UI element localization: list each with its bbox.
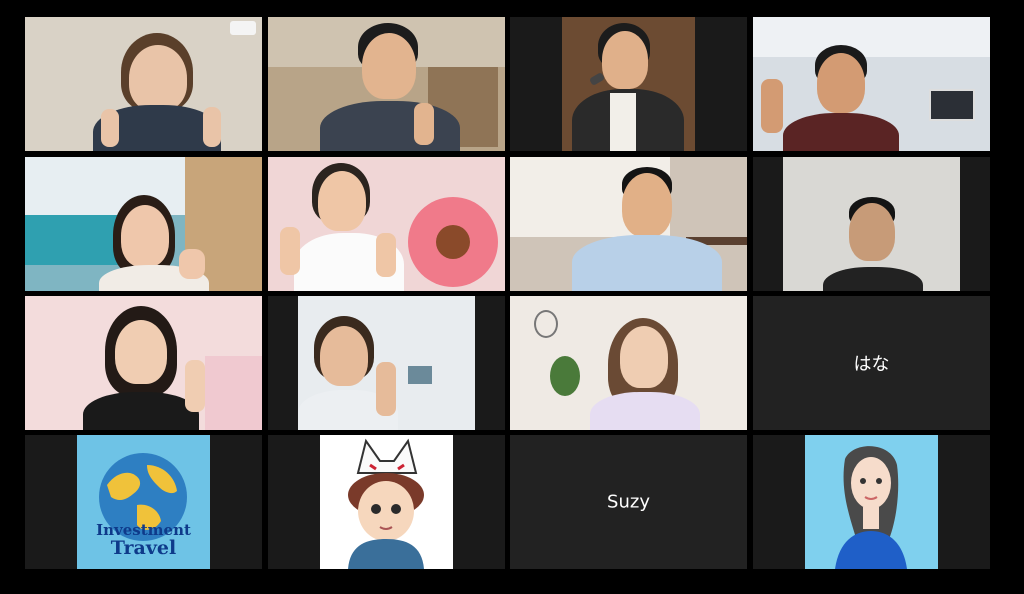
participant-tile-8[interactable] — [753, 157, 990, 291]
video-feed — [268, 157, 505, 291]
video-feed — [510, 296, 747, 430]
participant-tile-3[interactable] — [510, 17, 747, 151]
participant-name: はな — [853, 354, 890, 375]
participant-tile-15[interactable]: Suzy — [510, 435, 747, 569]
cartoon-avatar — [320, 435, 453, 569]
participant-tile-13[interactable]: Investment Travel — [25, 435, 262, 569]
participant-tile-6[interactable] — [268, 157, 505, 291]
participant-tile-7[interactable] — [510, 157, 747, 291]
fox-mask-character-icon — [348, 438, 424, 569]
video-feed — [510, 157, 747, 291]
video-feed — [25, 17, 262, 151]
air-conditioner — [230, 21, 256, 35]
video-feed — [298, 296, 475, 430]
video-feed — [783, 157, 960, 291]
illustrated-avatar — [805, 435, 938, 569]
woman-illustration-icon — [835, 446, 907, 569]
gallery-grid: はな Investment Travel Suzy — [0, 0, 1024, 594]
participant-tile-14[interactable] — [268, 435, 505, 569]
participant-tile-2[interactable] — [268, 17, 505, 151]
participant-tile-11[interactable] — [510, 296, 747, 430]
participant-name: Suzy — [607, 491, 650, 513]
investment-travel-logo: Investment Travel — [77, 435, 210, 569]
logo-text-line2: Travel — [110, 537, 177, 559]
participant-tile-5[interactable] — [25, 157, 262, 291]
video-feed — [25, 296, 262, 430]
participant-tile-9[interactable] — [25, 296, 262, 430]
video-feed — [25, 157, 262, 291]
participant-tile-1[interactable] — [25, 17, 262, 151]
video-feed — [753, 17, 990, 151]
participant-tile-12[interactable]: はな — [753, 296, 990, 430]
video-feed — [562, 17, 695, 151]
participant-tile-4[interactable] — [753, 17, 990, 151]
participant-tile-16[interactable] — [753, 435, 990, 569]
video-feed — [268, 17, 505, 151]
participant-tile-10[interactable] — [268, 296, 505, 430]
